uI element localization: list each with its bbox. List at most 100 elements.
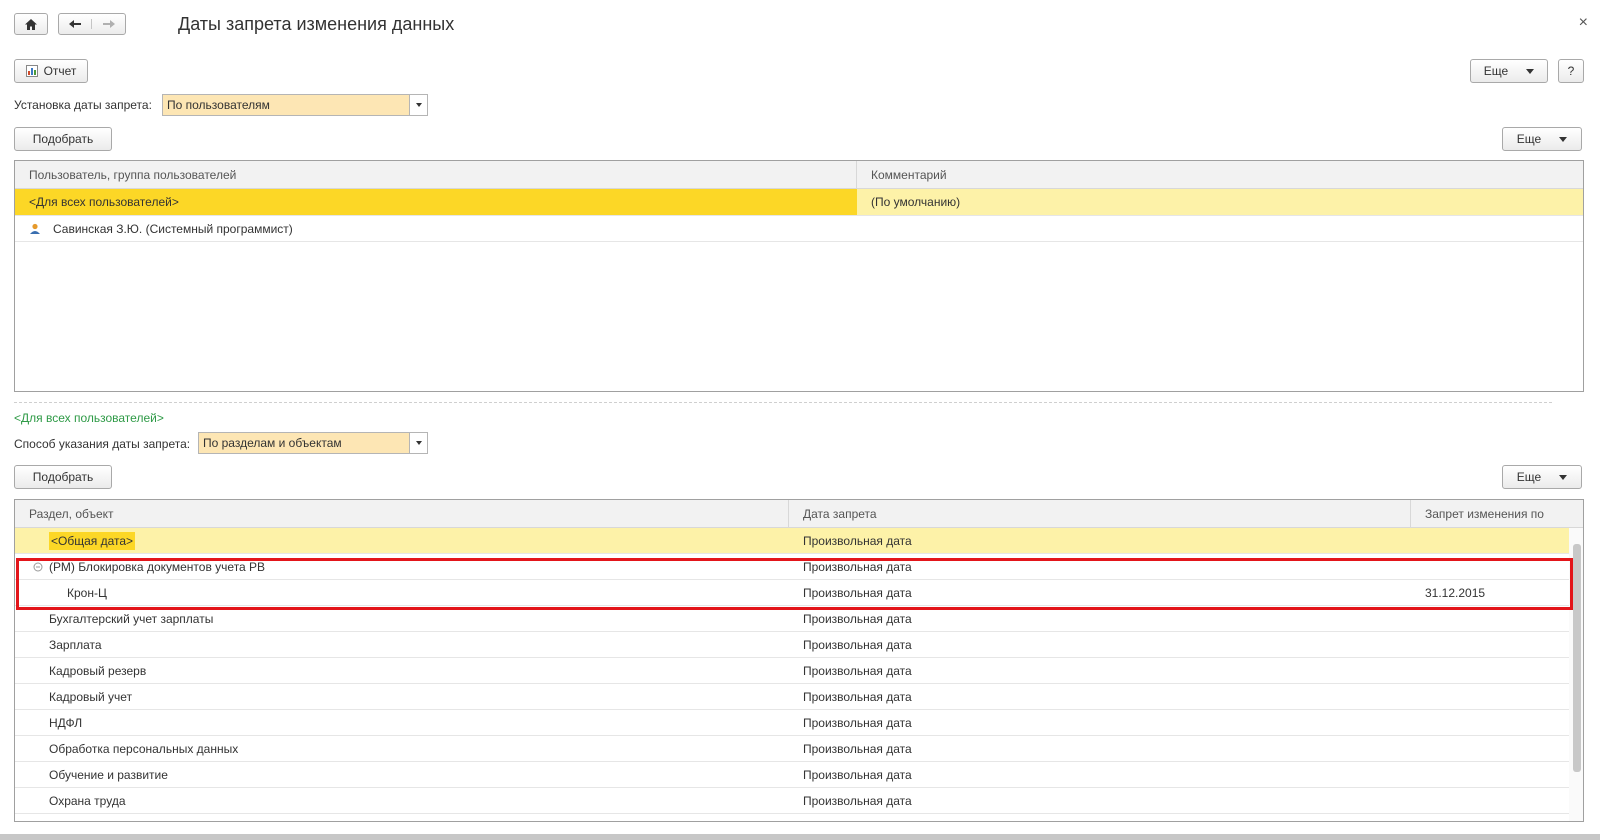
section-cell: Кадровый учет (15, 684, 789, 709)
section-cell: Обучение и развитие (15, 762, 789, 787)
date-kind-cell: Произвольная дата (803, 533, 912, 548)
until-cell (1411, 762, 1571, 787)
scrollbar-thumb[interactable] (1573, 544, 1581, 772)
selected-user-link[interactable]: <Для всех пользователей> (14, 411, 164, 425)
column-header-comment[interactable]: Комментарий (857, 161, 1583, 188)
collapse-icon[interactable] (33, 562, 43, 572)
help-button[interactable]: ? (1558, 59, 1584, 83)
pick-users-label: Подобрать (32, 132, 94, 146)
table-row[interactable]: <Для всех пользователей> (По умолчанию) (15, 189, 1583, 216)
until-cell (1411, 710, 1571, 735)
table-row[interactable]: Крон-Ц Произвольная дата 31.12.2015 (15, 580, 1571, 606)
date-kind-cell: Произвольная дата (803, 767, 912, 782)
date-kind-cell: Произвольная дата (803, 663, 912, 678)
section-name: Обработка персональных данных (49, 741, 239, 756)
users-more-button[interactable]: Еще (1502, 127, 1582, 151)
until-cell (1411, 606, 1571, 631)
setting-dropdown-button[interactable] (409, 95, 427, 115)
date-kind-cell: Произвольная дата (803, 689, 912, 704)
arrow-right-icon (102, 20, 115, 28)
date-kind-cell: Произвольная дата (803, 611, 912, 626)
table-row[interactable]: Бухгалтерский учет зарплаты Произвольная… (15, 606, 1571, 632)
table-row[interactable]: Савинская З.Ю. (Системный программист) (15, 216, 1583, 242)
section-name: Бухгалтерский учет зарплаты (49, 611, 214, 626)
section-name: Зарплата (49, 637, 102, 652)
chevron-down-icon (415, 441, 422, 445)
users-table-header: Пользователь, группа пользователей Комме… (15, 161, 1583, 189)
section-name: Обучение и развитие (49, 767, 168, 782)
date-kind-cell: Произвольная дата (803, 715, 912, 730)
section-cell: (РМ) Блокировка документов учета РВ (15, 554, 789, 579)
home-button[interactable] (14, 13, 48, 35)
more-menu-button[interactable]: Еще (1470, 59, 1548, 83)
table-row[interactable]: Кадровый учет Произвольная дата (15, 684, 1571, 710)
help-button-label: ? (1567, 64, 1575, 78)
section-name: Кадровый учет (49, 689, 133, 704)
sections-more-button[interactable]: Еще (1502, 465, 1582, 489)
sections-more-label: Еще (1516, 470, 1542, 484)
until-cell (1411, 528, 1571, 553)
section-cell: Бухгалтерский учет зарплаты (15, 606, 789, 631)
sections-table: Раздел, объект Дата запрета Запрет измен… (14, 499, 1584, 822)
until-cell (1411, 684, 1571, 709)
column-header-until[interactable]: Запрет изменения по (1411, 500, 1583, 527)
table-row[interactable]: Кадровый резерв Произвольная дата (15, 658, 1571, 684)
date-kind-cell: Произвольная дата (803, 637, 912, 652)
report-icon (25, 65, 38, 77)
section-cell: <Общая дата> (15, 528, 789, 553)
setting-select-value: По пользователям (167, 98, 270, 112)
users-more-label: Еще (1516, 132, 1542, 146)
section-name: НДФЛ (49, 715, 83, 730)
section-cell: Охрана труда (15, 788, 789, 813)
back-forward-group (58, 13, 126, 35)
close-icon[interactable]: × (1579, 14, 1588, 32)
home-icon (25, 18, 37, 30)
user-cell-wrap: Савинская З.Ю. (Системный программист) (15, 216, 857, 241)
report-button-label: Отчет (43, 64, 77, 78)
table-row[interactable]: Зарплата Произвольная дата (15, 632, 1571, 658)
column-header-user[interactable]: Пользователь, группа пользователей (15, 161, 857, 188)
section-name: Охрана труда (49, 793, 126, 808)
table-row[interactable]: (РМ) Блокировка документов учета РВ Прои… (15, 554, 1571, 580)
section-name: Кадровый резерв (49, 663, 147, 678)
pick-users-button[interactable]: Подобрать (14, 127, 112, 151)
comment-cell (857, 216, 1583, 241)
user-icon (30, 223, 40, 234)
user-name: Савинская З.Ю. (Системный программист) (53, 221, 293, 236)
table-row[interactable]: Обработка персональных данных Произвольн… (15, 736, 1571, 762)
date-kind-cell: Произвольная дата (803, 585, 912, 600)
section-cell: Кадровый резерв (15, 658, 789, 683)
forward-button[interactable] (92, 19, 125, 29)
method-dropdown-button[interactable] (409, 433, 427, 453)
setting-label: Установка даты запрета: (14, 98, 152, 112)
section-cell: НДФЛ (15, 710, 789, 735)
method-select[interactable]: По разделам и объектам (198, 432, 428, 454)
arrow-left-icon (69, 20, 81, 28)
table-row[interactable]: Обучение и развитие Произвольная дата (15, 762, 1571, 788)
method-select-value: По разделам и объектам (203, 436, 342, 450)
chevron-down-icon (1559, 136, 1568, 142)
setting-select[interactable]: По пользователям (162, 94, 428, 116)
more-menu-label: Еще (1483, 64, 1509, 78)
chevron-down-icon (415, 103, 422, 107)
window-bottom-border (0, 834, 1600, 840)
section-cell: Крон-Ц (15, 580, 789, 605)
pick-sections-label: Подобрать (32, 470, 94, 484)
column-header-date[interactable]: Дата запрета (789, 500, 1411, 527)
section-name: Крон-Ц (67, 585, 107, 600)
column-header-section[interactable]: Раздел, объект (15, 500, 789, 527)
section-name: (РМ) Блокировка документов учета РВ (49, 559, 266, 574)
pick-sections-button[interactable]: Подобрать (14, 465, 112, 489)
sections-table-header: Раздел, объект Дата запрета Запрет измен… (15, 500, 1583, 528)
back-button[interactable] (59, 19, 93, 29)
section-name: <Общая дата> (49, 531, 136, 550)
table-row[interactable]: НДФЛ Произвольная дата (15, 710, 1571, 736)
section-cell: Обработка персональных данных (15, 736, 789, 761)
date-kind-cell: Произвольная дата (803, 559, 912, 574)
report-button[interactable]: Отчет (14, 59, 88, 83)
comment-cell: (По умолчанию) (857, 189, 1583, 215)
table-row[interactable]: Охрана труда Произвольная дата (15, 788, 1571, 814)
until-cell (1411, 632, 1571, 657)
until-cell (1411, 554, 1571, 579)
table-row[interactable]: <Общая дата> Произвольная дата (15, 528, 1571, 554)
